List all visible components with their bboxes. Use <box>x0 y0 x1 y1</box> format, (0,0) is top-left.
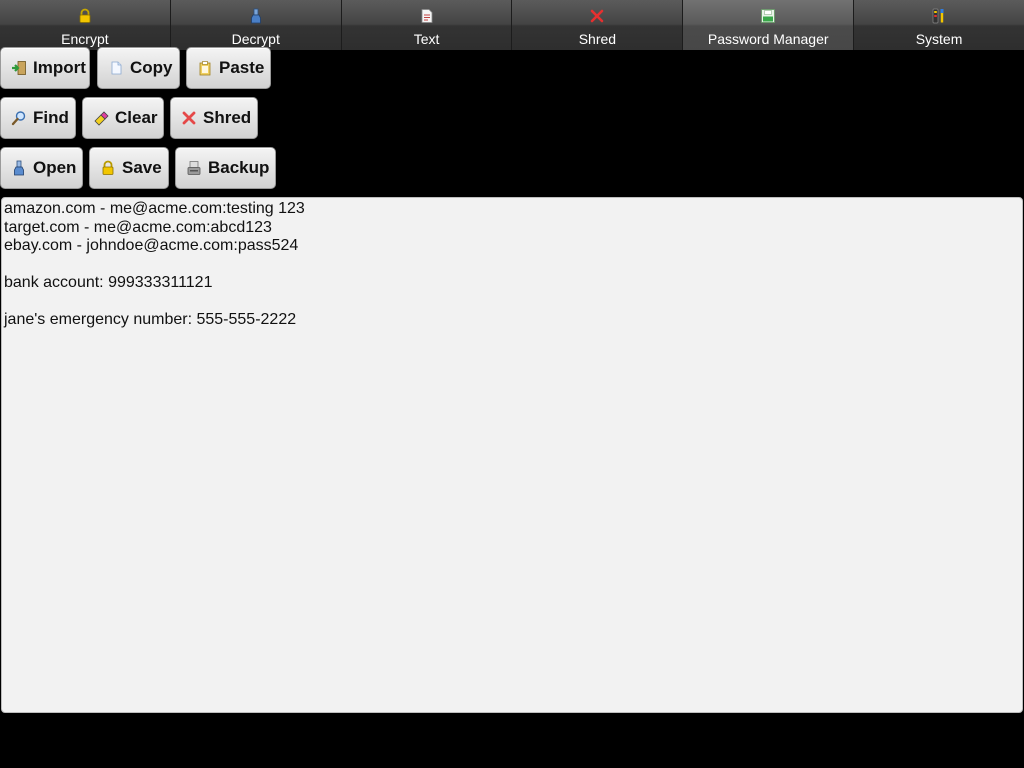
import-button[interactable]: Import <box>0 47 90 89</box>
backup-button[interactable]: Backup <box>175 147 276 189</box>
tab-label: Password Manager <box>707 31 829 47</box>
document-icon <box>421 9 432 23</box>
tab-label: System <box>915 31 963 47</box>
bottle-icon <box>14 160 24 176</box>
text-line: bank account: 999333311121 <box>4 274 213 291</box>
text-line: target.com - me@acme.com:abcd123 <box>4 218 272 236</box>
backup-drive-icon <box>187 161 201 175</box>
tab-label: Decrypt <box>231 31 280 47</box>
password-text-area[interactable]: amazon.com - me@acme.com:testing 123 tar… <box>1 197 1023 713</box>
tab-shred[interactable]: Shred <box>512 0 684 50</box>
text-line <box>4 293 1020 312</box>
copy-icon <box>111 61 122 75</box>
bottle-icon <box>250 8 261 24</box>
lock-icon <box>102 160 114 175</box>
paste-button[interactable]: Paste <box>186 47 271 89</box>
tab-password-manager[interactable]: Password Manager <box>683 0 855 50</box>
save-button[interactable]: Save <box>89 147 169 189</box>
tools-icon <box>932 8 944 24</box>
tab-label: Text <box>413 31 440 47</box>
text-line: amazon.com - me@acme.com:testing 123 <box>4 200 305 217</box>
copy-label: Copy <box>130 58 173 77</box>
lock-icon <box>79 8 91 23</box>
tab-encrypt[interactable]: Encrypt <box>0 0 171 50</box>
text-line: ebay.com - johndoe@acme.com:pass524 <box>4 237 299 254</box>
x-icon <box>182 111 196 125</box>
magnifier-icon <box>11 111 26 126</box>
save-label: Save <box>122 158 162 177</box>
import-label: Import <box>33 58 86 77</box>
shred-button[interactable]: Shred <box>170 97 258 139</box>
import-icon <box>12 61 26 75</box>
tab-decrypt[interactable]: Decrypt <box>170 0 342 50</box>
shred-label: Shred <box>203 108 252 127</box>
paste-icon <box>199 61 211 76</box>
copy-button[interactable]: Copy <box>97 47 180 89</box>
paste-label: Paste <box>219 58 265 77</box>
find-label: Find <box>33 108 69 127</box>
clear-button[interactable]: Clear <box>82 97 164 139</box>
tab-text[interactable]: Text <box>341 0 513 50</box>
clear-label: Clear <box>115 108 158 127</box>
tab-system[interactable]: System <box>854 0 1024 50</box>
text-line: jane's emergency number: 555-555-2222 <box>4 311 297 328</box>
open-label: Open <box>33 158 77 177</box>
save-disk-icon <box>761 9 776 23</box>
backup-label: Backup <box>208 158 270 177</box>
open-button[interactable]: Open <box>0 147 83 189</box>
eraser-icon <box>94 111 109 126</box>
tab-label: Shred <box>578 31 617 47</box>
find-button[interactable]: Find <box>0 97 76 139</box>
text-line <box>4 256 1020 275</box>
main-tab-bar: Encrypt Decrypt Text Shred Password Mana… <box>0 0 1024 50</box>
x-icon <box>591 9 604 23</box>
tab-label: Encrypt <box>61 31 109 47</box>
